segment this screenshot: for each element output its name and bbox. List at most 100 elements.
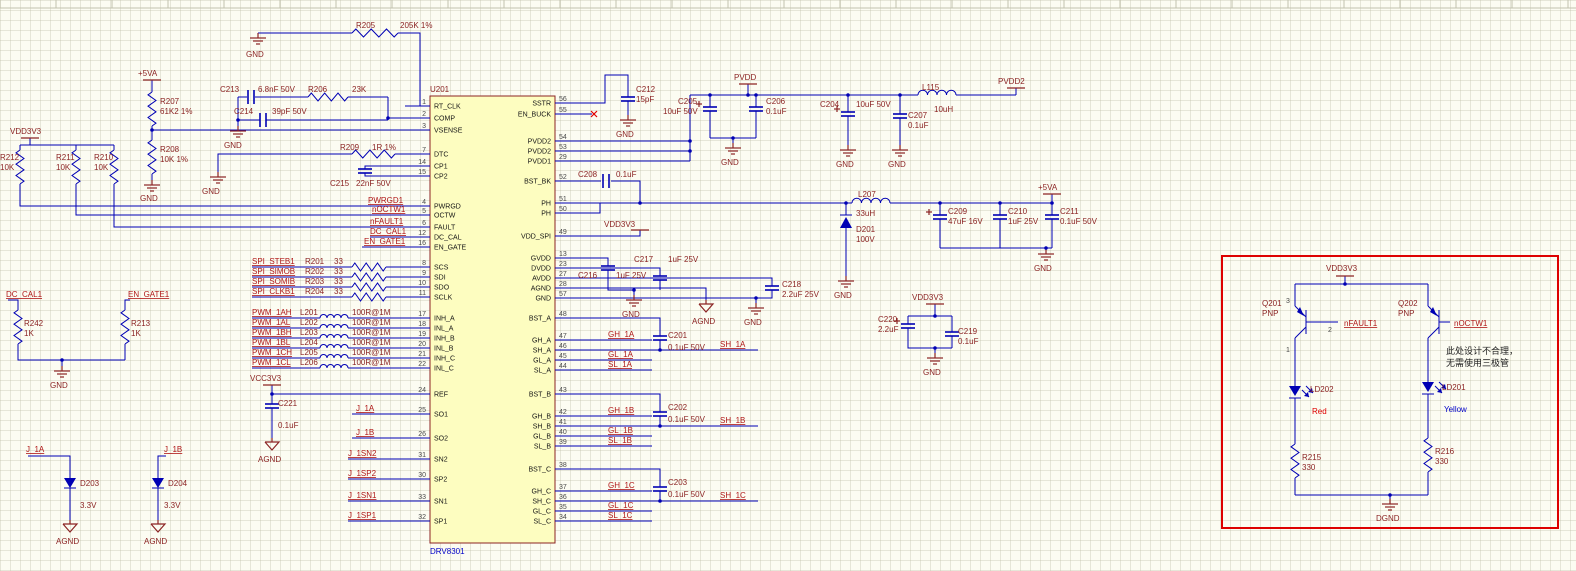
net-label[interactable]: J_1B xyxy=(356,428,374,437)
net-label[interactable]: PWM_1AL xyxy=(252,318,291,327)
diode-symbol[interactable] xyxy=(1422,382,1434,392)
component-designator[interactable]: L115 xyxy=(922,83,940,92)
agnd-symbol[interactable] xyxy=(150,523,167,533)
pin-name[interactable]: DTC xyxy=(434,152,448,159)
component-designator[interactable]: L203 xyxy=(300,328,318,337)
component-designator[interactable]: R213 xyxy=(131,319,151,328)
component-designator[interactable]: L201 xyxy=(300,308,318,317)
power-label[interactable]: VDD3V3 xyxy=(1326,264,1358,273)
wire[interactable] xyxy=(580,297,757,303)
component-designator[interactable]: R203 xyxy=(305,277,325,286)
pin-name[interactable]: SH_B xyxy=(533,424,552,431)
diode-symbol[interactable] xyxy=(1289,386,1301,396)
pin-name[interactable]: GND xyxy=(535,296,551,303)
component-value[interactable]: 10uF 50V xyxy=(856,100,891,109)
pin-number[interactable]: 44 xyxy=(559,363,567,370)
wire[interactable] xyxy=(611,180,641,203)
component-value[interactable]: 0.1uF 50V xyxy=(668,343,706,352)
component-designator[interactable]: D204 xyxy=(168,479,188,488)
component-value[interactable]: 10uF 50V xyxy=(663,107,698,116)
component-designator[interactable]: R205 xyxy=(356,21,376,30)
component-value[interactable]: 100V xyxy=(856,235,875,244)
pin-number[interactable]: 16 xyxy=(418,240,426,247)
component-designator[interactable]: C215 xyxy=(330,179,350,188)
pin-number[interactable]: 45 xyxy=(559,353,567,360)
power-label[interactable]: DGND xyxy=(1376,514,1400,523)
component-value[interactable]: 33uH xyxy=(856,209,875,218)
component-value[interactable]: PNP xyxy=(1262,309,1278,318)
net-label[interactable]: GL_1A xyxy=(608,350,634,359)
pin-number[interactable]: 30 xyxy=(418,472,426,479)
power-label[interactable]: AGND xyxy=(258,455,281,464)
component-designator[interactable]: C207 xyxy=(908,111,928,120)
net-label[interactable]: EN_GATE1 xyxy=(128,290,170,299)
pin-name[interactable]: EN_BUCK xyxy=(518,112,551,119)
pin-name[interactable]: SH_A xyxy=(533,348,552,355)
pin-number[interactable]: 55 xyxy=(559,107,567,114)
pin-number[interactable]: 48 xyxy=(559,311,567,318)
component-value[interactable]: 3.3V xyxy=(80,501,97,510)
component-designator[interactable]: C212 xyxy=(636,85,656,94)
component-designator[interactable]: R207 xyxy=(160,97,180,106)
component-value[interactable]: 15pF xyxy=(636,95,654,104)
pin-number[interactable]: 7 xyxy=(422,147,426,154)
component-value[interactable]: 2.2uF xyxy=(878,325,899,334)
power-label[interactable]: +5VA xyxy=(138,69,158,78)
resistor-symbol[interactable] xyxy=(1290,443,1300,479)
pin-number[interactable]: 46 xyxy=(559,343,567,350)
pin-name[interactable]: INH_C xyxy=(434,356,455,363)
diode-symbol[interactable] xyxy=(152,478,164,488)
pin-name[interactable]: PVDD2 xyxy=(528,149,551,156)
component-value[interactable]: 330 xyxy=(1302,463,1316,472)
pin-name[interactable]: SO2 xyxy=(434,436,448,443)
annotation-note[interactable]: 无需使用三极管 xyxy=(1446,357,1509,368)
ic-designator[interactable]: U201 xyxy=(430,85,450,94)
pin-number[interactable]: 29 xyxy=(559,154,567,161)
component-value[interactable]: 22nF 50V xyxy=(356,179,391,188)
pin-name[interactable]: GH_C xyxy=(532,489,551,496)
pin-number[interactable]: 41 xyxy=(559,419,567,426)
component-value[interactable]: 1K xyxy=(131,329,141,338)
pin-number[interactable]: 1 xyxy=(1286,347,1290,354)
resistor-symbol[interactable] xyxy=(1423,437,1433,473)
component-designator[interactable]: C205 xyxy=(678,97,698,106)
pin-name[interactable]: CP2 xyxy=(434,174,448,181)
component-designator[interactable]: R208 xyxy=(160,145,180,154)
power-label[interactable]: PVDD2 xyxy=(998,77,1025,86)
net-label[interactable]: SH_1B xyxy=(720,416,745,425)
resistor-symbol[interactable] xyxy=(351,292,387,302)
led-color-label[interactable]: Red xyxy=(1312,407,1327,416)
pin-name[interactable]: SL_C xyxy=(533,519,551,526)
annotation-note[interactable]: 此处设计不合理， xyxy=(1446,345,1518,356)
pin-number[interactable]: 35 xyxy=(559,504,567,511)
component-value[interactable]: 0.1uF xyxy=(278,421,299,430)
pin-number[interactable]: 51 xyxy=(559,196,567,203)
resistor-symbol[interactable] xyxy=(351,262,387,272)
pin-number[interactable]: 11 xyxy=(419,290,426,297)
net-label[interactable]: GH_1A xyxy=(608,330,635,339)
pin-number[interactable]: 32 xyxy=(418,514,426,521)
component-value[interactable]: 0.1uF 50V xyxy=(668,415,706,424)
wire[interactable] xyxy=(580,203,601,214)
resistor-symbol[interactable] xyxy=(147,91,157,127)
net-label[interactable]: nOCTW1 xyxy=(1454,319,1488,328)
pin-name[interactable]: OCTW xyxy=(434,213,456,220)
resistor-symbol[interactable] xyxy=(147,139,157,175)
component-value[interactable]: 47uF 16V xyxy=(948,217,983,226)
net-label[interactable]: GL_1C xyxy=(608,501,634,510)
wire[interactable] xyxy=(907,328,952,349)
pin-number[interactable]: 4 xyxy=(422,199,426,206)
pin-name[interactable]: SP2 xyxy=(434,477,447,484)
net-label[interactable]: J_1A xyxy=(26,445,45,454)
net-label[interactable]: PWRGD1 xyxy=(368,196,404,205)
net-label[interactable]: nOCTW1 xyxy=(372,205,406,214)
component-value[interactable]: 0.1uF xyxy=(908,121,929,130)
component-value[interactable]: 0.1uF xyxy=(766,107,787,116)
led-color-label[interactable]: Yellow xyxy=(1444,405,1467,414)
net-label[interactable]: SL_1C xyxy=(608,511,633,520)
component-designator[interactable]: C220 xyxy=(878,315,898,324)
component-designator[interactable]: R216 xyxy=(1435,447,1455,456)
pin-name[interactable]: SL_B xyxy=(534,444,551,451)
power-label[interactable]: PVDD xyxy=(734,73,756,82)
pin-name[interactable]: BST_C xyxy=(528,467,551,474)
